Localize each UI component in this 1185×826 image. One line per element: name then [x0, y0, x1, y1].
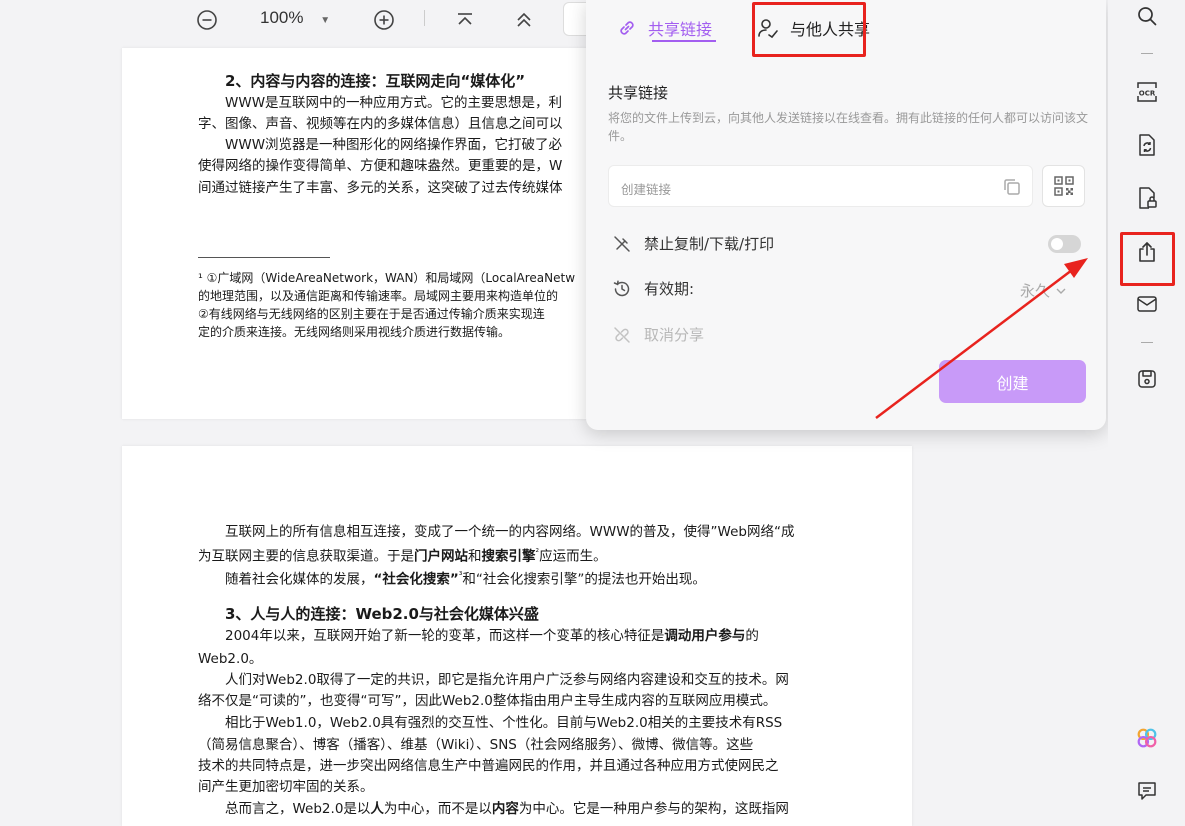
comments-button[interactable]: [1135, 779, 1159, 803]
convert-file-icon: [1139, 134, 1155, 156]
document-page-2: 互联网上的所有信息相互连接，变成了一个统一的内容网络。WWW的普及，使得”Web…: [122, 446, 912, 826]
paragraph-line: 互联网上的所有信息相互连接，变成了一个统一的内容网络。WWW的普及，使得”Web…: [225, 524, 795, 540]
search-button[interactable]: [1135, 4, 1159, 28]
history-icon: [613, 280, 630, 296]
first-page-icon: [458, 13, 472, 25]
right-sidebar: OCR: [1108, 0, 1185, 826]
qr-code-icon: [1053, 176, 1074, 196]
section-description: 将您的文件上传到云，向其他人发送链接以在线查看。拥有此链接的任何人都可以访问该文…: [608, 111, 1089, 143]
share-link-input[interactable]: 创建链接: [608, 165, 1033, 207]
paragraph-line: 间产生更加密切牢固的关系。: [198, 779, 374, 795]
footnote-line: 定的介质来连接。无线网络则采用视线介质进行数据传输。: [198, 325, 511, 339]
paragraph-line: 相比于Web1.0，Web2.0具有强烈的交互性、个性化。目前与Web2.0相关…: [225, 715, 783, 731]
ai-assistant-icon: [1137, 728, 1157, 748]
zoom-out-button[interactable]: [195, 8, 219, 32]
active-tab-indicator: [652, 40, 716, 42]
paragraph-line: 间通过链接产生了丰富、多元的关系，这突破了过去传统媒体: [198, 180, 563, 196]
zoom-in-button[interactable]: [372, 8, 396, 32]
paragraph-line: 为互联网主要的信息获取渠道。于是门户网站和搜索引擎²应运而生。: [198, 548, 607, 565]
paragraph-line: 使得网络的操作变得简单、方便和趣味盎然。更重要的是，W: [198, 158, 563, 174]
paragraph-line: 字、图像、声音、视频等在内的多媒体信息）且信息之间可以: [198, 116, 563, 132]
paragraph-line: （简易信息聚合）、博客（播客）、维基（Wiki）、SNS（社会网络服务）、微博、…: [198, 737, 754, 753]
sidebar-divider: [1141, 342, 1153, 343]
link-icon: [620, 21, 634, 35]
qr-code-button[interactable]: [1042, 165, 1085, 207]
svg-text:OCR: OCR: [1139, 90, 1156, 98]
save-icon: [1138, 370, 1156, 388]
zoom-in-icon: [374, 10, 394, 30]
section-title: 共享链接: [608, 84, 669, 102]
convert-button[interactable]: [1135, 133, 1159, 157]
ocr-button[interactable]: OCR: [1135, 80, 1159, 104]
footnote-divider: [198, 257, 330, 258]
footnote-line: ②有线网络与无线网络的区别主要在于是否通过传输介质来实现连: [198, 307, 545, 321]
chevron-down-icon: ▼: [320, 15, 331, 26]
paragraph-line: WWW浏览器是一种图形化的网络操作界面，它打破了必: [225, 137, 563, 153]
copy-icon[interactable]: [1002, 177, 1022, 197]
zoom-level[interactable]: 100% ▼: [260, 8, 330, 28]
double-chevron-up-icon: [517, 12, 531, 27]
previous-page-button[interactable]: [512, 8, 536, 32]
lock-file-icon: [1139, 187, 1157, 209]
ai-assistant-button[interactable]: [1135, 726, 1159, 750]
paragraph-line: 人们对Web2.0取得了一定的共识，即它是指允许用户广泛参与网络内容建设和交互的…: [225, 672, 789, 688]
cancel-share-option[interactable]: 取消分享: [612, 324, 704, 345]
paragraph-line: 技术的共同特点是，进一步突出网络信息生产中普遍网民的作用，并且通过各种应用方式使…: [198, 758, 779, 774]
create-link-button[interactable]: 创建: [939, 360, 1086, 403]
comment-icon: [1138, 782, 1156, 800]
paragraph-line: 络不仅是“可读的”，也变得“可写”，因此Web2.0整体指由用户主导生成内容的互…: [198, 693, 777, 709]
share-panel: 共享链接 与他人共享 共享链接 将您的文件上传到云，向其他人发送链接以在线查看。…: [586, 0, 1106, 430]
section-heading: 3、人与人的连接：Web2.0与社会化媒体兴盛: [225, 605, 539, 623]
section-heading: 2、内容与内容的连接：互联网走向“媒体化”: [225, 72, 526, 90]
search-icon: [1138, 7, 1157, 26]
disable-copy-option: 禁止复制/下载/打印: [612, 233, 774, 254]
paragraph-line: 总而言之，Web2.0是以人为中心，而不是以内容为中心。它是一种用户参与的架构，…: [225, 801, 789, 817]
ocr-icon: OCR: [1137, 82, 1157, 102]
sidebar-divider: [1141, 53, 1153, 54]
validity-dropdown[interactable]: 永久: [1020, 280, 1068, 301]
paragraph-line: WWW是互联网中的一种应用方式。它的主要思想是，利: [225, 95, 563, 111]
zoom-out-icon: [197, 10, 217, 30]
share-highlight-box: [1120, 232, 1175, 286]
paragraph-line: 随着社会化媒体的发展，“社会化搜索”³和“社会化搜索引擎”的提法也开始出现。: [225, 571, 706, 588]
chevron-down-icon: [1056, 288, 1066, 294]
tab-highlight-box: [752, 2, 866, 57]
unlink-icon: [614, 326, 630, 343]
protect-button[interactable]: [1135, 186, 1159, 210]
paragraph-line: Web2.0。: [198, 651, 263, 667]
validity-option: 有效期:: [612, 278, 694, 299]
footnote-line: ¹ ①广域网（WideAreaNetwork，WAN）和局域网（LocalAre…: [198, 271, 576, 285]
toolbar-divider: [424, 10, 425, 26]
tab-share-link[interactable]: 共享链接: [616, 16, 716, 42]
no-copy-icon: [614, 235, 630, 252]
footnote-line: 的地理范围，以及通信距离和传输速率。局域网主要用来构造单位的: [198, 289, 559, 303]
disable-copy-toggle[interactable]: [1048, 235, 1081, 253]
save-button[interactable]: [1135, 367, 1159, 391]
viewer-toolbar: 100% ▼: [120, 0, 590, 40]
mail-icon: [1137, 296, 1157, 312]
paragraph-line: 2004年以来，互联网开始了新一轮的变革，而这样一个变革的核心特征是调动用户参与…: [225, 628, 759, 644]
first-page-button[interactable]: [453, 8, 477, 32]
email-button[interactable]: [1135, 292, 1159, 316]
